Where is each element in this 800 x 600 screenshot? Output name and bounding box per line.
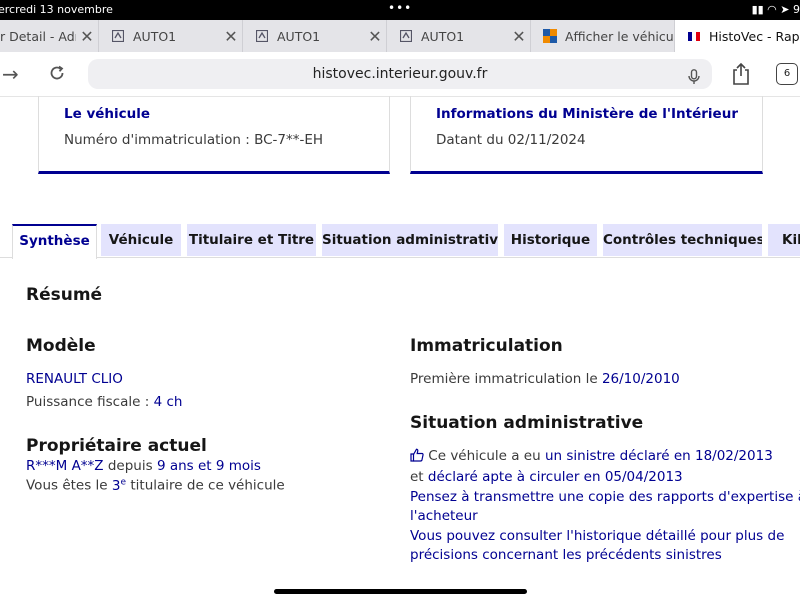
thumbs-up-icon — [410, 448, 424, 466]
first-registration-label: Première immatriculation le — [410, 371, 598, 387]
owner-rank-number: 3e — [111, 477, 127, 494]
first-registration: Première immatriculation le 26/10/2010 — [410, 371, 680, 387]
browser-tab-1[interactable]: r Detail - Adm ✕ — [0, 20, 99, 52]
colored-squares-favicon-icon — [543, 29, 557, 43]
status-datetime: ercredi 13 novembre — [0, 3, 113, 16]
multitask-dots-icon[interactable]: ••• — [388, 1, 412, 15]
owner-name: R***M A**Z — [26, 458, 104, 474]
forward-arrow-icon[interactable]: → — [2, 62, 19, 86]
tab-count-button[interactable]: 6 — [776, 63, 798, 85]
battery-level: 9 — [793, 3, 800, 16]
browser-tab-2[interactable]: AUTO1 ✕ — [99, 20, 243, 52]
auto1-favicon-icon — [399, 29, 413, 43]
reload-icon[interactable] — [48, 62, 66, 87]
vehicle-plate-text: Numéro d'immatriculation : BC-7**-EH — [64, 132, 324, 148]
admin-line-2-prefix: et — [410, 469, 424, 485]
owner-since-label: depuis — [107, 458, 153, 474]
tab-controles-techniques[interactable]: Contrôles techniques — [603, 224, 762, 256]
admin-heading: Situation administrative — [410, 413, 644, 433]
owner-rank-digit: 3 — [111, 477, 121, 494]
location-icon: ➤ — [780, 3, 790, 16]
address-bar: → histovec.interieur.gouv.fr — [0, 52, 800, 97]
synthese-panel: Résumé Modèle RENAULT CLIO Puissance fis… — [0, 258, 800, 600]
history-advice-line-2: précisions concernant les précédents sin… — [410, 547, 722, 563]
owner-rank-sup: e — [120, 477, 127, 487]
owner-rank-prefix: Vous êtes le — [26, 477, 108, 494]
tab-titulaire-titre[interactable]: Titulaire et Titre — [187, 224, 316, 256]
close-icon[interactable]: ✕ — [508, 27, 530, 46]
tab-label: AUTO1 — [277, 28, 321, 44]
tab-label: AUTO1 — [421, 28, 465, 44]
status-bar: ercredi 13 novembre ••• ▮▮ ◠ ➤ 9 — [0, 0, 800, 20]
close-icon[interactable]: ✕ — [220, 27, 242, 46]
tab-situation-administrative[interactable]: Situation administrative — [322, 224, 498, 256]
model-name: RENAULT CLIO — [26, 371, 123, 387]
fiscal-power-value: 4 ch — [153, 394, 183, 410]
ministry-card-title: Informations du Ministère de l'Intérieur — [436, 106, 738, 122]
tab-label: r Detail - Adm — [0, 28, 76, 44]
summary-heading: Résumé — [26, 285, 103, 305]
owner-since-value: 9 ans et 9 mois — [156, 458, 261, 474]
admin-line-1-prefix: Ce véhicule a eu — [428, 448, 541, 464]
section-tabs: Synthèse Véhicule Titulaire et Titre Sit… — [0, 224, 800, 259]
registration-heading: Immatriculation — [410, 336, 563, 356]
owner-rank-line: Vous êtes le 3e titulaire de ce véhicule — [26, 477, 285, 494]
tab-label: HistoVec - Rappo — [709, 28, 800, 44]
expertise-advice-line-2: l'acheteur — [410, 508, 478, 524]
home-indicator[interactable] — [274, 589, 527, 594]
fiscal-power: Puissance fiscale : 4 ch — [26, 394, 182, 410]
tab-label: AUTO1 — [133, 28, 177, 44]
ministry-card: Informations du Ministère de l'Intérieur… — [410, 96, 763, 174]
owner-rank-suffix: titulaire de ce véhicule — [130, 477, 285, 494]
browser-tab-5[interactable]: Afficher le véhicu — [531, 20, 675, 52]
tab-historique[interactable]: Historique — [504, 224, 597, 256]
ministry-date-text: Datant du 02/11/2024 — [436, 132, 586, 148]
tab-kilometrage[interactable]: Kilo — [768, 224, 800, 256]
auto1-favicon-icon — [111, 29, 125, 43]
tab-vehicule[interactable]: Véhicule — [101, 224, 181, 256]
url-text: histovec.interieur.gouv.fr — [312, 66, 488, 82]
admin-line-2: et déclaré apte à circuler en 05/04/2013 — [410, 469, 683, 485]
wifi-icon: ◠ — [767, 3, 777, 16]
share-icon[interactable] — [731, 62, 751, 90]
tab-label: Afficher le véhicu — [565, 28, 674, 44]
fiscal-power-label: Puissance fiscale : — [26, 394, 150, 410]
tab-synthese[interactable]: Synthèse — [12, 224, 97, 259]
expertise-advice-line-1: Pensez à transmettre une copie des rappo… — [410, 489, 800, 505]
admin-line-1: Ce véhicule a eu un sinistre déclaré en … — [410, 448, 773, 466]
model-heading: Modèle — [26, 336, 96, 356]
french-flag-favicon-icon — [687, 29, 701, 43]
owner-line: R***M A**Z depuis 9 ans et 9 mois — [26, 458, 261, 474]
status-icons: ▮▮ ◠ ➤ 9 — [752, 3, 800, 16]
browser-tab-6-active[interactable]: HistoVec - Rappo — [675, 20, 800, 52]
vehicle-card-title: Le véhicule — [64, 106, 151, 122]
url-field[interactable]: histovec.interieur.gouv.fr — [88, 59, 712, 89]
first-registration-date: 26/10/2010 — [601, 371, 680, 387]
browser-tab-4[interactable]: AUTO1 ✕ — [387, 20, 531, 52]
sinistre-link[interactable]: un sinistre déclaré en 18/02/2013 — [545, 448, 773, 464]
apte-circuler-link[interactable]: déclaré apte à circuler en 05/04/2013 — [428, 469, 683, 485]
browser-tab-3[interactable]: AUTO1 ✕ — [243, 20, 387, 52]
browser-tab-strip: r Detail - Adm ✕ AUTO1 ✕ AUTO1 ✕ AUTO1 ✕… — [0, 20, 800, 52]
close-icon[interactable]: ✕ — [76, 27, 98, 46]
cellular-icon: ▮▮ — [751, 3, 764, 16]
history-advice-line-1: Vous pouvez consulter l'historique détai… — [410, 528, 785, 544]
auto1-favicon-icon — [255, 29, 269, 43]
microphone-icon[interactable] — [688, 66, 700, 84]
close-icon[interactable]: ✕ — [364, 27, 386, 46]
owner-heading: Propriétaire actuel — [26, 436, 207, 456]
vehicle-card: Le véhicule Numéro d'immatriculation : B… — [38, 96, 390, 174]
